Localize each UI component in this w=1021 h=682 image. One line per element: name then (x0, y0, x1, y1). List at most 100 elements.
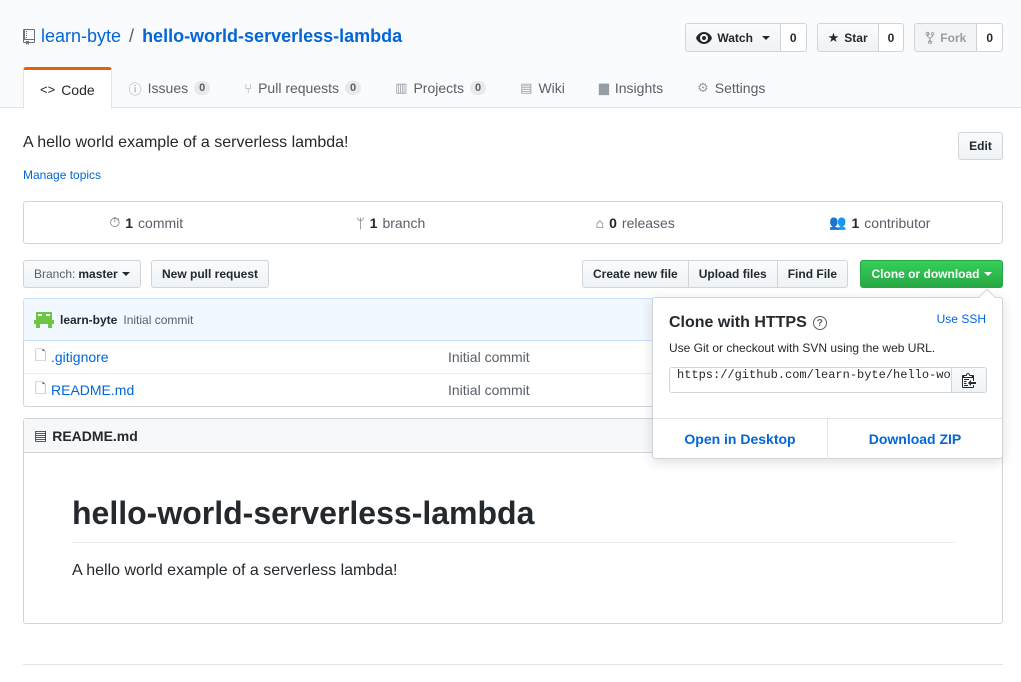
fork-count[interactable]: 0 (977, 23, 1003, 52)
file-commit-message-link[interactable]: Initial commit (448, 349, 530, 365)
tab-wiki-label: Wiki (538, 80, 565, 96)
use-ssh-link[interactable]: Use SSH (937, 312, 986, 326)
chevron-down-icon (121, 272, 130, 276)
branch-select-button[interactable]: Branch: master (23, 260, 141, 288)
upload-files-button[interactable]: Upload files (687, 260, 778, 288)
fork-button[interactable]: Fork (914, 23, 978, 52)
watch-count[interactable]: 0 (780, 23, 807, 52)
branch-icon: ᛘ (356, 214, 365, 231)
gear-icon: ⚙ (697, 80, 709, 95)
releases-count: 0 (609, 214, 617, 231)
manage-topics-link[interactable]: Manage topics (23, 168, 101, 182)
commits-link[interactable]: ⏱ 1 commit (24, 202, 269, 243)
branches-label: branch (382, 214, 426, 231)
issues-count: 0 (194, 81, 211, 95)
code-icon: <> (40, 82, 56, 97)
file-icon: 🗋 (35, 346, 47, 363)
tab-settings[interactable]: ⚙ Settings (680, 67, 782, 108)
clone-or-download-button[interactable]: Clone or download (860, 260, 1003, 288)
project-icon: ▥ (395, 80, 408, 95)
popover-arrow (978, 288, 996, 306)
issue-icon: ⓘ (128, 81, 142, 97)
star-group: ★ Star 0 (816, 23, 905, 52)
tab-pull-requests-label: Pull requests (258, 80, 340, 96)
copy-url-button[interactable] (952, 367, 987, 393)
repo-header: learn-byte / hello-world-serverless-lamb… (0, 0, 1021, 109)
avatar[interactable] (34, 309, 54, 330)
file-navigation: Branch: master New pull request Create n… (23, 260, 1003, 288)
file-name-link[interactable]: .gitignore (51, 349, 109, 365)
history-icon: ⏱ (109, 214, 121, 230)
star-count[interactable]: 0 (878, 23, 905, 52)
clone-url-input[interactable]: https://github.com/learn-byte/hello-worl… (669, 367, 952, 393)
footer-divider (23, 664, 1003, 665)
question-icon[interactable]: ? (812, 316, 827, 330)
fork-group: Fork 0 (914, 23, 1003, 52)
new-pull-request-button[interactable]: New pull request (151, 260, 270, 288)
tab-projects[interactable]: ▥ Projects 0 (378, 67, 503, 108)
repo-name-link[interactable]: hello-world-serverless-lambda (142, 26, 402, 47)
tag-icon: ⌂ (595, 214, 605, 231)
repo-owner-link[interactable]: learn-byte (41, 26, 121, 47)
commits-count: 1 (125, 214, 134, 231)
branch-prefix: Branch: (34, 267, 76, 281)
watch-button[interactable]: Watch (685, 23, 781, 52)
star-button[interactable]: ★ Star (816, 23, 879, 52)
repo-separator: / (129, 26, 135, 46)
repo-title: learn-byte / hello-world-serverless-lamb… (23, 26, 402, 47)
people-icon: 👥 (829, 214, 847, 230)
tab-pull-requests[interactable]: ⑂ Pull requests 0 (227, 67, 378, 108)
contributors-link[interactable]: 👥 1 contributor (758, 202, 1003, 243)
readme-heading: hello-world-serverless-lambda (72, 495, 535, 531)
contributors-count: 1 (851, 214, 860, 231)
repo-icon (23, 28, 35, 45)
edit-description-button[interactable]: Edit (958, 132, 1003, 160)
releases-label: releases (621, 214, 675, 231)
fork-icon (925, 31, 935, 44)
repo-nav-tabs: <> Code ⓘ Issues 0 ⑂ Pull requests 0 ▥ P… (23, 67, 782, 109)
commit-message-link[interactable]: Initial commit (123, 313, 193, 327)
clipboard-icon (962, 373, 976, 388)
chevron-down-icon (983, 272, 992, 276)
open-in-desktop-button[interactable]: Open in Desktop (653, 419, 828, 459)
tab-issues[interactable]: ⓘ Issues 0 (112, 67, 228, 108)
readme-divider (72, 542, 955, 543)
clone-label: Clone or download (871, 267, 980, 281)
branches-count: 1 (369, 214, 378, 231)
file-icon: 🗋 (35, 380, 47, 396)
tab-projects-label: Projects (413, 80, 465, 96)
repo-actions: Watch 0 ★ Star 0 Fork 0 (685, 23, 1003, 52)
file-commit-message-link[interactable]: Initial commit (448, 382, 530, 398)
clone-url-group: https://github.com/learn-byte/hello-worl… (669, 367, 987, 393)
clone-popover-actions: Open in Desktop Download ZIP (653, 418, 1002, 459)
download-zip-button[interactable]: Download ZIP (828, 419, 1002, 459)
contributors-label: contributor (864, 214, 931, 231)
repo-description: A hello world example of a serverless la… (23, 134, 349, 151)
tab-code-label: Code (61, 81, 95, 98)
find-file-button[interactable]: Find File (776, 260, 849, 288)
star-label: Star (844, 30, 868, 45)
readme-body: A hello world example of a serverless la… (72, 562, 398, 579)
file-actions-group: Create new file Upload files Find File (582, 260, 849, 288)
clone-title-text: Clone with HTTPS (669, 314, 807, 331)
branches-link[interactable]: ᛘ 1 branch (269, 202, 514, 243)
commit-author-link[interactable]: learn-byte (60, 313, 117, 327)
book-icon: ▤ (520, 80, 533, 95)
repo-summary: ⏱ 1 commit ᛘ 1 branch ⌂ 0 releases 👥 1 c… (23, 201, 1003, 244)
clone-popover: Clone with HTTPS ? Use SSH Use Git or ch… (652, 288, 1003, 459)
watch-group: Watch 0 (685, 23, 807, 52)
clone-description: Use Git or checkout with SVN using the w… (669, 341, 936, 355)
projects-count: 0 (470, 81, 487, 95)
pull-request-icon: ⑂ (244, 80, 253, 96)
readme-filename: README.md (52, 427, 138, 444)
tab-wiki[interactable]: ▤ Wiki (503, 67, 582, 108)
eye-icon (696, 31, 713, 44)
file-name-link[interactable]: README.md (51, 382, 134, 398)
fork-label: Fork (940, 30, 967, 45)
tab-code[interactable]: <> Code (23, 67, 112, 109)
clone-popover-title: Clone with HTTPS ? (669, 314, 827, 332)
create-new-file-button[interactable]: Create new file (582, 260, 689, 288)
star-icon: ★ (827, 29, 840, 45)
tab-insights[interactable]: ▆ Insights (582, 67, 680, 108)
releases-link[interactable]: ⌂ 0 releases (513, 202, 758, 243)
